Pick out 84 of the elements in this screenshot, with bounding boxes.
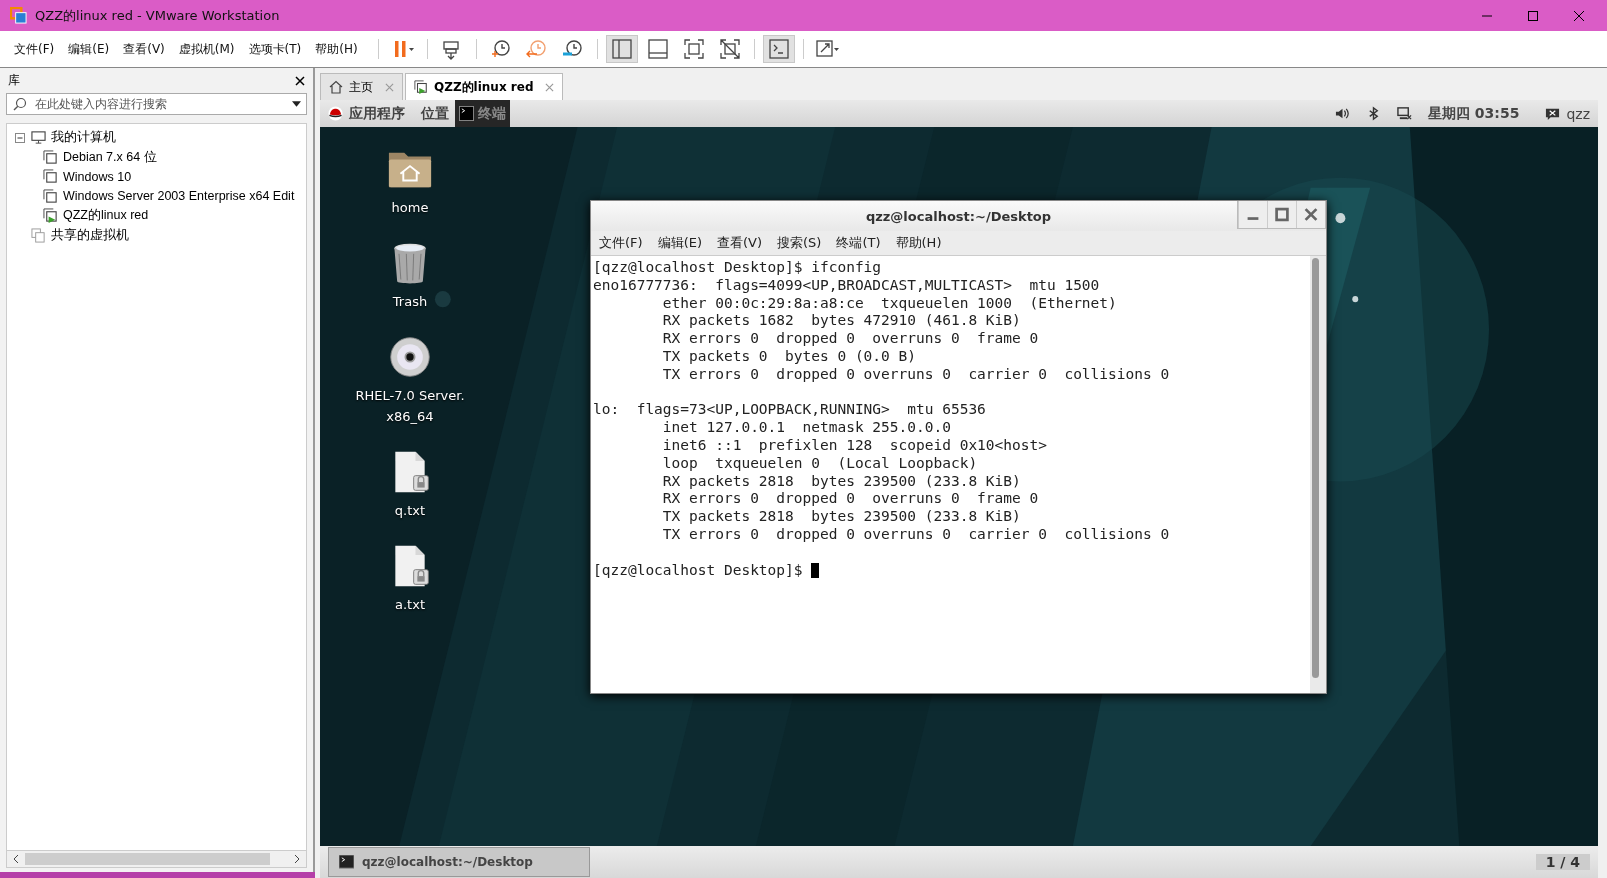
revert-icon	[524, 38, 549, 60]
scroll-left-icon[interactable]	[11, 854, 21, 864]
menu-item[interactable]: 文件(F)	[599, 234, 643, 252]
desktop-icon-label[interactable]: q.txt	[394, 500, 426, 521]
shared-vms-icon	[31, 227, 46, 243]
home-icon	[329, 80, 343, 94]
terminal-line: RX errors 0 dropped 0 overruns 0 frame 0	[661, 330, 1039, 347]
close-icon[interactable]	[295, 75, 305, 86]
thumbnail-icon	[645, 38, 670, 60]
menu-item[interactable]: 查看(V)	[123, 40, 165, 58]
terminal-line: inet 127.0.0.1 netmask 255.0.0.0	[661, 419, 951, 436]
dropdown-caret-icon[interactable]	[292, 101, 301, 107]
search-field[interactable]: 在此处键入内容进行搜索	[6, 93, 307, 115]
vertical-scrollbar[interactable]	[1310, 256, 1326, 693]
network-disconnected-icon[interactable]	[1396, 106, 1412, 121]
menu-item[interactable]: 查看(V)	[717, 234, 763, 252]
menu-item[interactable]: 帮助(H)	[895, 234, 942, 252]
dvd-icon[interactable]	[387, 335, 433, 379]
tree-item[interactable]: 我的计算机	[51, 129, 116, 147]
scroll-right-icon[interactable]	[292, 854, 302, 864]
search-icon	[13, 97, 27, 111]
terminal-line: ether 00:0c:29:8a:a8:ce txqueuelen 1000 (Ethernet)	[661, 294, 1117, 311]
tree-item[interactable]: Debian 7.x 64 位	[63, 148, 157, 166]
computer-icon	[31, 130, 46, 146]
tree-item[interactable]: Windows Server 2003 Enterprise x64 Edit	[63, 189, 295, 204]
terminal-line: lo: flags=73<UP,LOOPBACK,RUNNING> mtu 65536	[593, 401, 986, 418]
library-button[interactable]	[605, 35, 638, 63]
library-title: 库	[8, 72, 20, 89]
menu-item[interactable]: 虚拟机(M)	[178, 40, 235, 58]
menu-item[interactable]: 文件(F)	[14, 40, 55, 58]
close-icon[interactable]	[1573, 9, 1585, 22]
fullscreen-icon	[681, 38, 706, 60]
terminal-line: TX errors 0 dropped 0 overruns 0 carrier 0 collisions 0	[661, 365, 1170, 382]
terminal-line: RX packets 2818 bytes 239500 (233.8 KiB)	[661, 472, 1021, 489]
chat-icon[interactable]	[1545, 106, 1561, 121]
terminal-line: TX errors 0 dropped 0 overruns 0 carrier 0 collisions 0	[661, 525, 1170, 542]
tree-item[interactable]: Windows 10	[63, 169, 132, 184]
terminal-line: [qzz@localhost Desktop]$ ifconfig	[593, 259, 882, 275]
terminal-prompt: [qzz@localhost Desktop]$	[593, 561, 804, 578]
volume-icon[interactable]	[1334, 106, 1350, 121]
user-menu[interactable]: qzz	[1566, 105, 1590, 122]
terminal-line: loop txqueuelen 0 (Local Loopback)	[661, 454, 978, 471]
desktop-icon-label[interactable]: a.txt	[395, 594, 425, 615]
tab[interactable]: 主页	[320, 73, 403, 100]
clock[interactable]: 星期四 03:55	[1427, 104, 1520, 123]
desktop-icon-label[interactable]: Trash	[392, 291, 428, 312]
tree-item[interactable]: QZZ的linux red	[63, 207, 149, 225]
terminal-icon	[339, 854, 354, 870]
terminal-line: RX packets 1682 bytes 472910 (461.8 KiB)	[661, 312, 1021, 329]
text-cursor	[811, 563, 820, 579]
terminal-line: TX packets 0 bytes 0 (0.0 B)	[661, 348, 916, 364]
unity-icon	[717, 38, 742, 60]
terminal-title: qzz@localhost:~/Desktop	[865, 208, 1052, 224]
horizontal-scrollbar[interactable]	[6, 851, 307, 868]
terminal-line: RX errors 0 dropped 0 overruns 0 frame 0	[661, 490, 1039, 507]
menu-item[interactable]: 搜索(S)	[777, 234, 822, 252]
menu-item[interactable]: 终端(T)	[836, 234, 881, 252]
stretch-icon	[815, 38, 840, 60]
hat-logo-icon	[328, 106, 343, 121]
menu-item[interactable]: 编辑(E)	[68, 40, 110, 58]
terminal-task-button[interactable]: 终端	[455, 100, 510, 127]
library-icon	[609, 38, 634, 60]
menu-item[interactable]: 帮助(H)	[315, 40, 358, 58]
tab[interactable]: QZZ的linux red	[405, 73, 564, 100]
applications-menu[interactable]: 应用程序	[349, 104, 405, 123]
places-menu[interactable]: 位置	[421, 104, 449, 123]
terminal-line: eno16777736: flags=4099<UP,BROADCAST,MULTICAST> mtu 1500	[593, 276, 1100, 293]
console-icon	[766, 38, 791, 60]
terminal-icon	[459, 106, 474, 121]
desktop-icon-label[interactable]: RHEL-7.0 Server. x86_64	[355, 385, 465, 427]
running-vm-icon	[414, 80, 428, 94]
terminal-line: TX packets 2818 bytes 239500 (233.8 KiB)	[661, 508, 1021, 525]
maximize-icon[interactable]	[1527, 9, 1539, 22]
console-button[interactable]	[762, 35, 795, 63]
collapse-toggle-icon[interactable]	[15, 132, 25, 143]
vmware-logo-icon	[10, 7, 27, 24]
desktop-icon-label[interactable]: home	[391, 197, 429, 218]
workspace-indicator[interactable]: 1 / 4	[1535, 854, 1590, 870]
taskbar-button[interactable]: qzz@localhost:~/Desktop	[328, 847, 590, 877]
menu-item[interactable]: 编辑(E)	[657, 234, 702, 252]
tree-item[interactable]: 共享的虚拟机	[51, 226, 129, 244]
menu-item[interactable]: 选项卡(T)	[248, 40, 302, 58]
terminal-line: inet6 ::1 prefixlen 128 scopeid 0x10<host>	[661, 436, 1047, 453]
window-title: QZZ的linux red - VMware Workstation	[35, 6, 280, 25]
